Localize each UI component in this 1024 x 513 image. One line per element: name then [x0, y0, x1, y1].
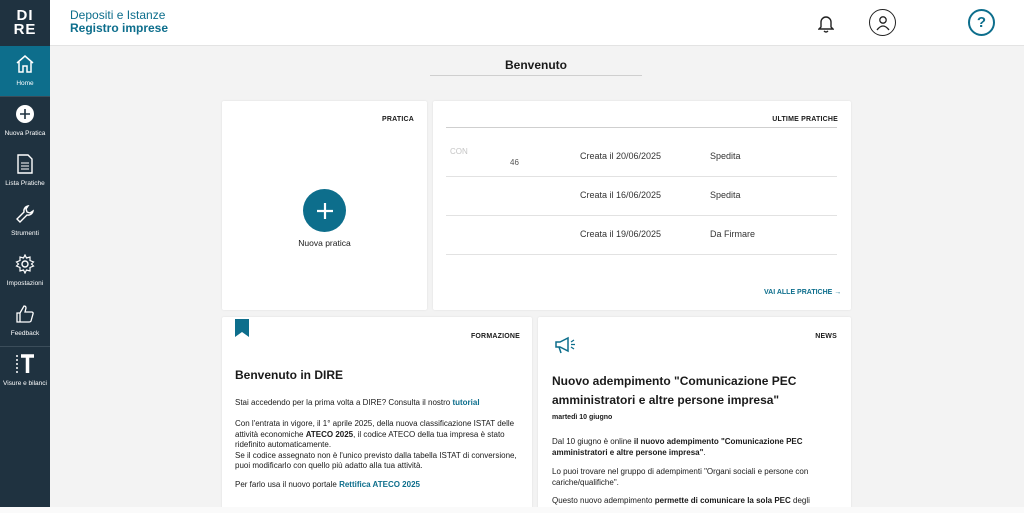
formazione-card: FORMAZIONE Benvenuto in DIRE Stai accede… — [222, 317, 532, 513]
divider — [446, 127, 837, 128]
pratica-card: PRATICA Nuova pratica — [222, 101, 427, 310]
sidebar-item-label: Impostazioni — [6, 280, 44, 287]
sidebar-item-strumenti[interactable]: Strumenti — [0, 196, 50, 246]
document-icon — [14, 153, 36, 175]
help-button[interactable]: ? — [968, 9, 995, 36]
pratica-name: CON 46 — [450, 147, 519, 167]
formazione-paragraph-3: Per farlo usa il nuovo portale Rettifica… — [235, 480, 420, 489]
ultime-pratiche-tag: ULTIME PRATICHE — [772, 116, 838, 123]
news-card: NEWS Nuovo adempimento "Comunicazione PE… — [538, 317, 851, 513]
sidebar-item-label: Lista Pratiche — [5, 180, 45, 187]
pratica-date: Creata il 20/06/2025 — [580, 151, 662, 161]
news-title[interactable]: Nuovo adempimento "Comunicazione PEC amm… — [552, 372, 817, 410]
sidebar-item-label: Home — [16, 80, 34, 87]
sidebar-item-visure-e-bilanci[interactable]: Visure e bilanci — [0, 346, 50, 396]
sidebar-item-label: Visure e bilanci — [3, 380, 47, 387]
sidebar-item-nuova-pratica[interactable]: Nuova Pratica — [0, 96, 50, 146]
plus-icon — [316, 202, 333, 219]
visure-icon — [14, 353, 36, 375]
bookmark-icon — [235, 319, 249, 337]
formazione-paragraph-1: Stai accedendo per la prima volta a DIRE… — [235, 398, 480, 407]
sidebar-item-impostazioni[interactable]: Impostazioni — [0, 246, 50, 296]
news-paragraph-2: Lo puoi trovare nel gruppo di adempiment… — [552, 467, 809, 487]
news-paragraph-1: Dal 10 giugno è online il nuovo adempime… — [552, 437, 803, 457]
formazione-title: Benvenuto in DIRE — [235, 368, 344, 382]
home-icon — [14, 53, 36, 75]
thumbs-up-icon — [14, 303, 36, 325]
pratica-tag: PRATICA — [382, 116, 414, 123]
formazione-paragraph-2: Con l'entrata in vigore, il 1° aprile 20… — [235, 419, 517, 470]
vai-alle-pratiche-link[interactable]: VAI ALLE PRATICHE → — [764, 289, 841, 296]
horizontal-scrollbar[interactable] — [0, 507, 1024, 513]
dire-logo[interactable]: DI RE — [0, 0, 50, 46]
news-paragraph-3: Questo nuovo adempimento permette di com… — [552, 496, 810, 505]
pratica-status: Spedita — [710, 190, 741, 200]
app-subtitle: Registro imprese — [70, 21, 169, 35]
nuova-pratica-label: Nuova pratica — [298, 238, 351, 248]
pratica-row[interactable]: CON 46 Creata il 20/06/2025 Spedita — [446, 138, 837, 177]
ultime-pratiche-card: ULTIME PRATICHE CON 46 Creata il 20/06/20… — [433, 101, 851, 310]
sidebar-item-home[interactable]: Home — [0, 46, 50, 96]
wrench-icon — [14, 203, 36, 225]
sidebar-item-label: Nuova Pratica — [4, 130, 46, 137]
rettifica-ateco-link[interactable]: Rettifica ATECO 2025 — [339, 480, 420, 489]
nuova-pratica-button[interactable] — [303, 189, 346, 232]
tutorial-link[interactable]: tutorial — [452, 398, 479, 407]
sidebar-item-lista-pratiche[interactable]: Lista Pratiche — [0, 146, 50, 196]
news-tag: NEWS — [815, 333, 837, 340]
pratica-row[interactable]: Creata il 19/06/2025 Da Firmare — [446, 216, 837, 255]
sidebar-item-label: Feedback — [10, 330, 40, 337]
megaphone-icon — [554, 336, 576, 359]
pratica-date: Creata il 19/06/2025 — [580, 229, 662, 239]
news-date: martedì 10 giugno — [552, 414, 613, 421]
pratica-name — [450, 185, 570, 207]
pratica-name — [450, 224, 570, 246]
sidebar-item-feedback[interactable]: Feedback — [0, 296, 50, 346]
bell-icon[interactable] — [817, 14, 835, 38]
sidebar-item-label: Strumenti — [11, 230, 39, 237]
user-icon — [875, 15, 890, 30]
pratica-row[interactable]: Creata il 16/06/2025 Spedita — [446, 177, 837, 216]
sidebar: DI RE Home Nuova Pratica Lista Pratiche … — [0, 0, 50, 507]
gear-icon — [14, 253, 36, 275]
pratica-status: Spedita — [710, 151, 741, 161]
app-title: Depositi e Istanze — [70, 8, 166, 22]
pratica-status: Da Firmare — [710, 229, 756, 239]
formazione-tag: FORMAZIONE — [470, 333, 520, 340]
logo-line-2: RE — [13, 21, 37, 38]
top-header: Depositi e Istanze Registro imprese ? — [50, 0, 1024, 46]
welcome-heading: Benvenuto — [430, 58, 642, 76]
user-avatar[interactable] — [869, 9, 896, 36]
plus-circle-icon — [14, 103, 36, 125]
pratica-date: Creata il 16/06/2025 — [580, 190, 662, 200]
